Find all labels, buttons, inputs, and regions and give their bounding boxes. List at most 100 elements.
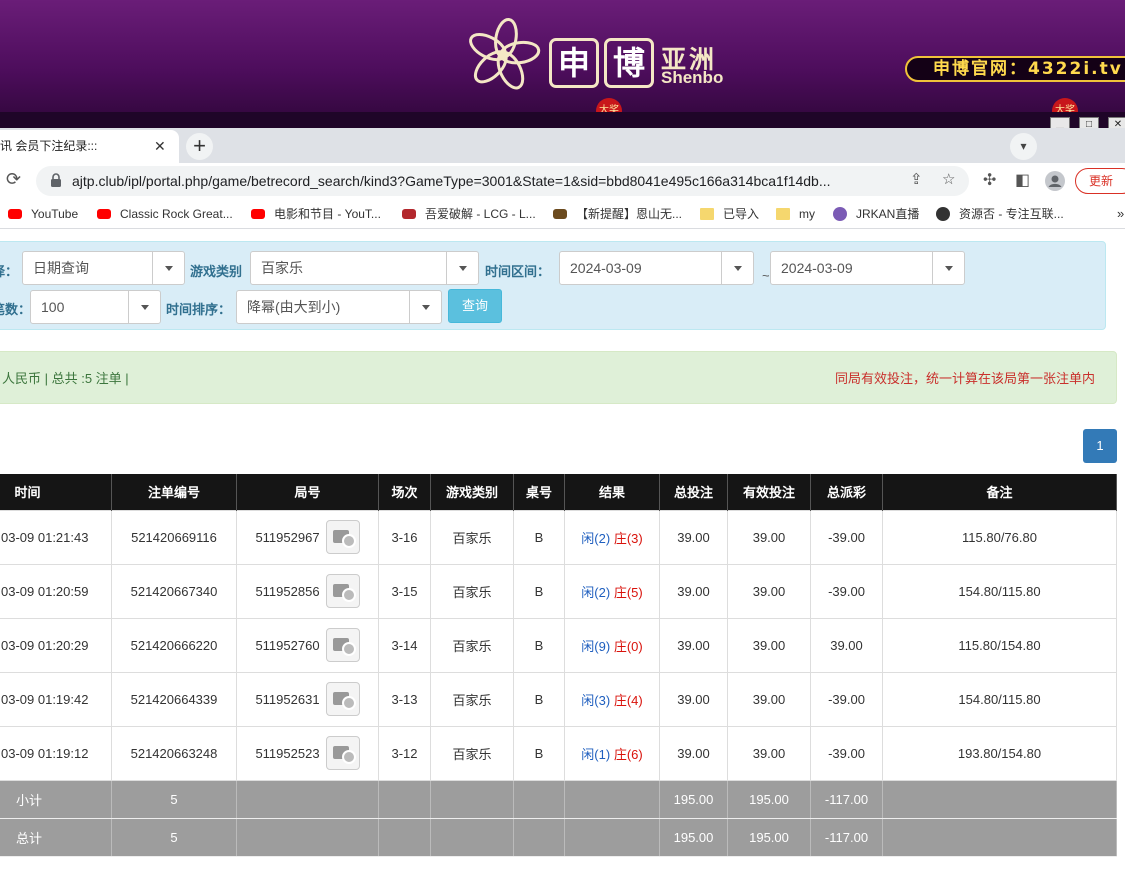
bookmark-folder-imported[interactable]: 已导入 <box>700 199 759 229</box>
share-icon[interactable]: ⇪ <box>910 170 923 188</box>
cell-payout: 39.00 <box>810 617 883 673</box>
folder-icon <box>700 207 714 220</box>
cell-valid-bet: 39.00 <box>727 725 811 781</box>
header-result: 结果 <box>564 474 660 510</box>
cell-payout: -39.00 <box>810 563 883 619</box>
new-tab-button[interactable]: + <box>186 133 213 160</box>
profile-avatar-icon[interactable] <box>1045 171 1065 191</box>
page-size-select[interactable]: 100 <box>30 290 161 324</box>
cell-session: 3-14 <box>378 617 431 673</box>
cell-bet-no: 521420667340 <box>111 563 237 619</box>
video-replay-icon[interactable] <box>325 628 360 662</box>
chevron-down-icon <box>932 252 964 284</box>
site-url-marquee[interactable]: 申博官网：4322i.tv <box>905 56 1125 82</box>
address-bar[interactable]: ajtp.club/ipl/portal.php/game/betrecord_… <box>36 166 969 196</box>
header-bet-no: 注单编号 <box>111 474 237 510</box>
tab-search-chevron-icon[interactable]: ▾ <box>1010 133 1037 160</box>
bookmark-star-icon[interactable]: ☆ <box>942 170 955 188</box>
summary-totals: 人民币 | 总共 :5 注单 | <box>2 371 129 386</box>
header-total-bet: 总投注 <box>659 474 728 510</box>
bookmark-movies[interactable]: 电影和节目 - YouT... <box>251 199 381 229</box>
site-icon <box>936 206 950 221</box>
cell-total-bet: 39.00 <box>659 563 728 619</box>
header-time: 时间 <box>0 474 112 510</box>
bookmarks-overflow-icon[interactable]: » <box>1117 199 1124 229</box>
cell-time: 03-09 01:20:29 <box>0 617 112 673</box>
cell-bet-no: 521420666220 <box>111 617 237 673</box>
reload-icon[interactable]: ⟳ <box>6 169 21 190</box>
header-round: 局号 <box>236 474 379 510</box>
bookmark-jrkan[interactable]: JRKAN直播 <box>833 199 919 229</box>
cell-round: 511952967 <box>236 509 379 565</box>
table-row: 03-09 01:19:12 521420663248 511952523 3-… <box>0 725 1117 781</box>
bookmark-52pojie[interactable]: 吾爱破解 - LCG - L... <box>402 199 536 229</box>
cell-session: 3-16 <box>378 509 431 565</box>
subtotal-row: 小计 5 195.00 195.00 -117.00 <box>0 779 1117 819</box>
cell-bet-no: 521420664339 <box>111 671 237 727</box>
query-mode-select[interactable]: 日期查询 <box>22 251 185 285</box>
cell-game: 百家乐 <box>430 671 514 727</box>
cell-table: B <box>513 509 565 565</box>
side-panel-icon[interactable]: ◧ <box>1015 170 1030 190</box>
range-separator: ~ <box>762 268 770 283</box>
brand-char-box: 博 <box>604 38 654 88</box>
browser-toolbar: ⟳ ajtp.club/ipl/portal.php/game/betrecor… <box>0 163 1125 199</box>
header-game: 游戏类别 <box>430 474 514 510</box>
total-payout: -117.00 <box>810 817 883 857</box>
bookmark-folder-my[interactable]: my <box>776 199 815 229</box>
close-icon[interactable]: ✕ <box>154 130 170 163</box>
subtotal-total-bet: 195.00 <box>659 779 728 819</box>
cell-remark: 154.80/115.80 <box>882 563 1117 619</box>
browser-tab[interactable]: 讯 会员下注纪录::: ✕ <box>0 130 179 163</box>
table-row: 03-09 01:19:42 521420664339 511952631 3-… <box>0 671 1117 727</box>
cell-table: B <box>513 617 565 673</box>
filter-label-count: 笔数： <box>0 302 32 317</box>
cell-game: 百家乐 <box>430 563 514 619</box>
subtotal-label: 小计 <box>0 779 112 819</box>
video-replay-icon[interactable] <box>325 574 360 608</box>
site-icon <box>402 208 416 219</box>
date-to-select[interactable]: 2024-03-09 <box>770 251 965 285</box>
cell-remark: 154.80/115.80 <box>882 671 1117 727</box>
bookmark-youtube[interactable]: YouTube <box>8 199 78 229</box>
update-button[interactable]: 更新 <box>1075 168 1125 194</box>
cell-time: 03-09 01:21:43 <box>0 509 112 565</box>
cell-remark: 115.80/154.80 <box>882 617 1117 673</box>
video-replay-icon[interactable] <box>325 682 360 716</box>
video-replay-icon[interactable] <box>325 520 360 554</box>
youtube-icon <box>251 208 265 219</box>
bookmark-classic-rock[interactable]: Classic Rock Great... <box>97 199 233 229</box>
bookmark-right[interactable]: 【新提醒】恩山无... <box>553 199 682 229</box>
header-session: 场次 <box>378 474 431 510</box>
extensions-puzzle-icon[interactable]: ✣ <box>983 170 996 190</box>
cell-payout: -39.00 <box>810 509 883 565</box>
subtotal-payout: -117.00 <box>810 779 883 819</box>
cell-valid-bet: 39.00 <box>727 671 811 727</box>
date-from-select[interactable]: 2024-03-09 <box>559 251 754 285</box>
site-icon <box>833 206 847 221</box>
bet-records-table: 时间 注单编号 局号 场次 游戏类别 桌号 结果 总投注 有效投注 总派彩 备注… <box>0 474 1117 857</box>
video-replay-icon[interactable] <box>325 736 360 770</box>
cell-round: 511952856 <box>236 563 379 619</box>
query-button[interactable]: 查询 <box>448 289 502 323</box>
cell-total-bet: 39.00 <box>659 671 728 727</box>
cell-payout: -39.00 <box>810 671 883 727</box>
subtotal-count: 5 <box>111 779 237 819</box>
cell-valid-bet: 39.00 <box>727 563 811 619</box>
cell-payout: -39.00 <box>810 725 883 781</box>
filter-label-mode: 择： <box>0 264 19 279</box>
pagination-page-1[interactable]: 1 <box>1083 429 1117 463</box>
cell-result: 闲(2) 庄(3) <box>564 509 660 565</box>
table-row: 03-09 01:20:29 521420666220 511952760 3-… <box>0 617 1117 673</box>
game-type-select[interactable]: 百家乐 <box>250 251 479 285</box>
subtotal-valid-bet: 195.00 <box>727 779 811 819</box>
total-count: 5 <box>111 817 237 857</box>
cell-result: 闲(3) 庄(4) <box>564 671 660 727</box>
chevron-down-icon <box>721 252 753 284</box>
bookmark-ziyuanfou[interactable]: 资源否 - 专注互联... <box>936 199 1064 229</box>
cell-bet-no: 521420669116 <box>111 509 237 565</box>
sort-order-select[interactable]: 降幂(由大到小) <box>236 290 442 324</box>
cell-result: 闲(9) 庄(0) <box>564 617 660 673</box>
cell-table: B <box>513 725 565 781</box>
filter-label-sort: 时间排序： <box>166 302 232 317</box>
